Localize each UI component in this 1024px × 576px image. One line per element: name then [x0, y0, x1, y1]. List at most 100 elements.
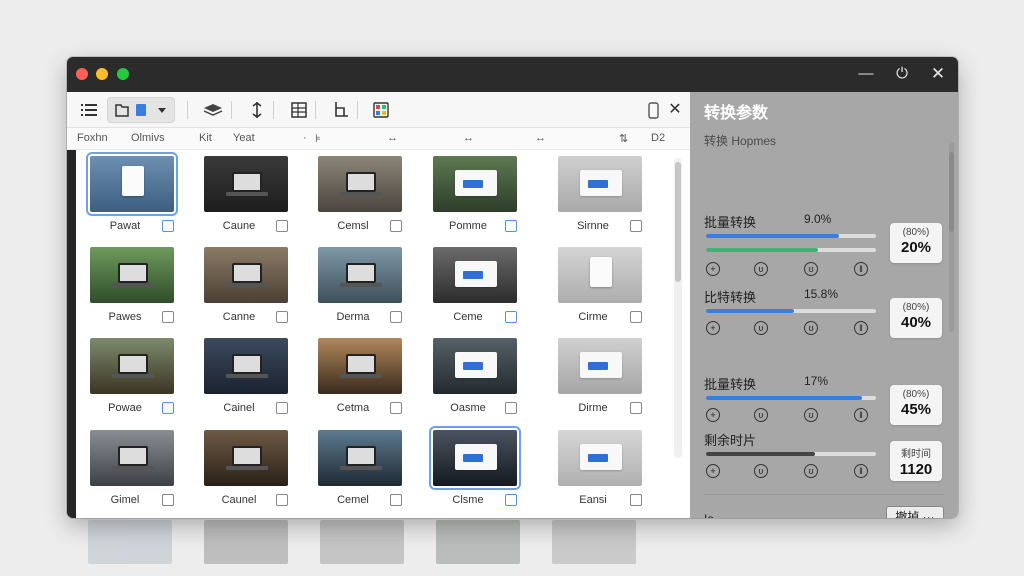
grid-item[interactable]: Eansi [550, 430, 650, 516]
minimize-window-button[interactable] [96, 68, 108, 80]
thumbnail-image[interactable] [318, 156, 402, 212]
thumbnail-image[interactable] [558, 430, 642, 486]
thumbnail-image[interactable] [90, 430, 174, 486]
panel-scrollbar-thumb[interactable] [949, 152, 954, 232]
column-header[interactable]: Foxhn [77, 132, 108, 144]
crop-icon[interactable] [329, 98, 353, 122]
grid-item[interactable]: Cainel [196, 338, 296, 424]
thumbnail-image[interactable] [558, 338, 642, 394]
column-header[interactable]: · [303, 132, 307, 144]
rotate-icon[interactable]: ʋ [754, 408, 768, 422]
panel-scrollbar[interactable] [949, 142, 954, 332]
rotate-icon[interactable]: ʋ [754, 321, 768, 335]
plus-icon[interactable]: + [706, 262, 720, 276]
grid-item[interactable]: Gimel [82, 430, 182, 516]
select-checkbox[interactable] [162, 311, 174, 323]
column-header[interactable]: ↔ [387, 132, 398, 144]
select-checkbox[interactable] [162, 220, 174, 232]
grid-item[interactable]: Caune [196, 156, 296, 242]
select-checkbox[interactable] [630, 402, 642, 414]
column-header[interactable]: Olmivs [131, 132, 165, 144]
close-panel-button[interactable]: ✕ [663, 98, 687, 122]
column-header[interactable]: ↔ [463, 132, 474, 144]
select-checkbox[interactable] [390, 402, 402, 414]
zoom-window-button[interactable] [117, 68, 129, 80]
select-checkbox[interactable] [505, 220, 517, 232]
thumbnail-image[interactable] [433, 156, 517, 212]
close-icon[interactable]: ✕ [926, 63, 950, 85]
grid-item[interactable]: Pawes [82, 247, 182, 333]
progress-track[interactable] [706, 396, 876, 400]
progress-track[interactable] [706, 309, 876, 313]
cancel-button[interactable]: 撤掉 ··· [886, 506, 944, 518]
grid-item[interactable]: Cemel [310, 430, 410, 516]
thumbnail-image[interactable] [90, 338, 174, 394]
reset-icon[interactable]: ʊ [804, 464, 818, 478]
stack-icon[interactable] [201, 98, 225, 122]
select-checkbox[interactable] [505, 311, 517, 323]
thumbnail-image[interactable] [318, 247, 402, 303]
select-checkbox[interactable] [505, 494, 517, 506]
pause-icon[interactable]: ǁ [854, 408, 868, 422]
grid-item[interactable]: Pawat [82, 152, 182, 242]
grid-item[interactable]: Cetma [310, 338, 410, 424]
select-checkbox[interactable] [276, 311, 288, 323]
grid-scrollbar-thumb[interactable] [675, 162, 681, 282]
thumbnail-image[interactable] [204, 338, 288, 394]
grid-item[interactable]: Powae [82, 338, 182, 424]
grid-item[interactable]: Caunel [196, 430, 296, 516]
thumbnail-image[interactable] [204, 156, 288, 212]
column-header[interactable]: ↔ [535, 132, 546, 144]
thumbnail-image[interactable] [558, 156, 642, 212]
select-checkbox[interactable] [505, 402, 517, 414]
grid-item[interactable]: Clsme [425, 426, 525, 516]
file-icon[interactable] [134, 99, 148, 128]
select-checkbox[interactable] [162, 494, 174, 506]
thumbnail-image[interactable] [558, 247, 642, 303]
select-checkbox[interactable] [630, 494, 642, 506]
progress-track[interactable] [706, 452, 876, 456]
reset-icon[interactable]: ʊ [804, 408, 818, 422]
grid-item[interactable]: Cemsl [310, 156, 410, 242]
pause-icon[interactable]: ǁ [854, 464, 868, 478]
column-header[interactable]: ⊧ [315, 132, 321, 145]
column-header[interactable]: Kit [199, 132, 212, 144]
pause-icon[interactable]: ǁ [854, 262, 868, 276]
grid-item[interactable]: Oasme [425, 338, 525, 424]
select-checkbox[interactable] [390, 220, 402, 232]
rotate-icon[interactable]: ʋ [754, 262, 768, 276]
grid-item[interactable]: Canne [196, 247, 296, 333]
palette-icon[interactable] [369, 98, 393, 122]
minimize-icon[interactable]: — [854, 63, 878, 85]
phone-icon[interactable] [641, 98, 665, 122]
thumbnail-image[interactable] [318, 338, 402, 394]
column-header[interactable]: ⇅ [619, 132, 628, 145]
thumbnail-image[interactable] [90, 247, 174, 303]
select-checkbox[interactable] [276, 402, 288, 414]
select-checkbox[interactable] [276, 220, 288, 232]
thumbnail-image[interactable] [86, 152, 178, 216]
thumbnail-image[interactable] [318, 430, 402, 486]
select-checkbox[interactable] [630, 220, 642, 232]
close-window-button[interactable] [76, 68, 88, 80]
grid-item[interactable]: Pomme [425, 156, 525, 242]
reset-icon[interactable]: ʊ [804, 262, 818, 276]
thumbnail-image[interactable] [204, 247, 288, 303]
folder-icon[interactable] [114, 99, 130, 128]
grid-item[interactable]: Dirme [550, 338, 650, 424]
plus-icon[interactable]: + [706, 321, 720, 335]
power-icon[interactable]: ⏻ [890, 63, 914, 85]
plus-icon[interactable]: + [706, 408, 720, 422]
grid-item[interactable]: Derma [310, 247, 410, 333]
thumbnail-image[interactable] [433, 247, 517, 303]
progress-track-secondary[interactable] [706, 248, 876, 252]
chevron-down-icon[interactable] [156, 99, 168, 128]
list-icon[interactable] [77, 98, 101, 122]
thumbnail-image[interactable] [204, 430, 288, 486]
grid-scrollbar[interactable] [674, 158, 682, 458]
select-checkbox[interactable] [390, 494, 402, 506]
select-checkbox[interactable] [162, 402, 174, 414]
grid-item[interactable]: Cirme [550, 247, 650, 333]
progress-track[interactable] [706, 234, 876, 238]
column-header[interactable]: D2 [651, 132, 665, 144]
